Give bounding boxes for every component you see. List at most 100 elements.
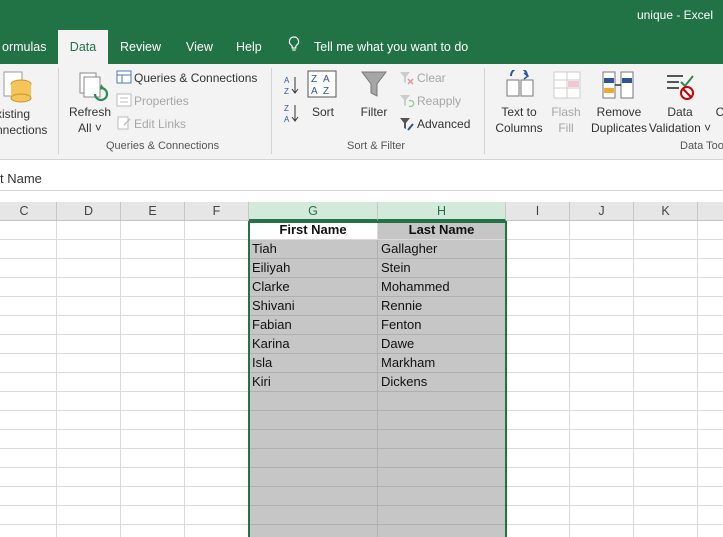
table-cell[interactable]: Mohammed [378,278,506,297]
filter-button[interactable]: Filter [354,104,394,120]
column-header-i[interactable]: I [506,202,570,221]
empty-cell[interactable] [57,221,121,240]
empty-cell[interactable] [506,335,570,354]
empty-cell[interactable] [570,487,634,506]
empty-cell[interactable] [0,297,57,316]
empty-cell[interactable] [698,468,723,487]
tab-review[interactable]: Review [110,30,171,64]
empty-cell[interactable] [185,468,249,487]
empty-cell[interactable] [570,278,634,297]
empty-selected-cell[interactable] [378,430,506,449]
empty-cell[interactable] [0,430,57,449]
empty-selected-cell[interactable] [378,392,506,411]
empty-cell[interactable] [506,449,570,468]
empty-cell[interactable] [570,430,634,449]
empty-cell[interactable] [121,335,185,354]
empty-cell[interactable] [698,411,723,430]
empty-cell[interactable] [0,411,57,430]
table-cell[interactable]: Karina [249,335,378,354]
empty-cell[interactable] [0,392,57,411]
empty-cell[interactable] [121,259,185,278]
empty-cell[interactable] [698,354,723,373]
empty-cell[interactable] [121,221,185,240]
empty-selected-cell[interactable] [249,525,378,537]
empty-cell[interactable] [57,278,121,297]
existing-connections-button[interactable]: xisting nnections [0,106,50,138]
empty-cell[interactable] [57,411,121,430]
empty-cell[interactable] [57,259,121,278]
empty-cell[interactable] [0,354,57,373]
table-cell[interactable]: Rennie [378,297,506,316]
properties-button[interactable]: Properties [134,93,189,109]
empty-cell[interactable] [506,468,570,487]
column-header-d[interactable]: D [57,202,121,221]
empty-cell[interactable] [634,449,698,468]
empty-cell[interactable] [0,449,57,468]
empty-cell[interactable] [121,297,185,316]
flash-fill-button[interactable]: Flash Fill [546,104,586,136]
table-header-cell[interactable]: First Name [249,221,378,240]
empty-cell[interactable] [570,525,634,537]
empty-cell[interactable] [57,354,121,373]
tell-me-box[interactable]: Tell me what you want to do [288,30,468,64]
edit-links-button[interactable]: Edit Links [134,116,186,132]
empty-cell[interactable] [121,316,185,335]
tab-data[interactable]: Data [58,30,108,64]
worksheet-grid[interactable]: C D E F G H I J K First Name Last Name Tia… [0,202,723,537]
empty-cell[interactable] [698,487,723,506]
empty-selected-cell[interactable] [378,487,506,506]
empty-cell[interactable] [698,525,723,537]
empty-cell[interactable] [634,316,698,335]
table-cell[interactable]: Markham [378,354,506,373]
empty-cell[interactable] [0,487,57,506]
table-cell[interactable]: Eiliyah [249,259,378,278]
empty-cell[interactable] [0,506,57,525]
column-header-next[interactable] [698,202,723,221]
empty-selected-cell[interactable] [378,449,506,468]
table-header-cell[interactable]: Last Name [378,221,506,240]
table-cell[interactable]: Kiri [249,373,378,392]
empty-cell[interactable] [506,487,570,506]
column-header-f[interactable]: F [185,202,249,221]
empty-cell[interactable] [121,373,185,392]
empty-cell[interactable] [0,278,57,297]
data-validation-button[interactable]: Data Validation ˅ [648,104,712,136]
empty-cell[interactable] [506,354,570,373]
empty-cell[interactable] [185,430,249,449]
empty-cell[interactable] [506,506,570,525]
column-header-j[interactable]: J [570,202,634,221]
empty-cell[interactable] [121,240,185,259]
empty-cell[interactable] [634,392,698,411]
empty-cell[interactable] [506,430,570,449]
empty-cell[interactable] [634,354,698,373]
empty-cell[interactable] [634,240,698,259]
empty-cell[interactable] [185,354,249,373]
empty-cell[interactable] [0,316,57,335]
empty-cell[interactable] [634,278,698,297]
empty-cell[interactable] [185,259,249,278]
empty-cell[interactable] [57,525,121,537]
empty-cell[interactable] [506,221,570,240]
empty-cell[interactable] [634,487,698,506]
empty-cell[interactable] [185,506,249,525]
empty-cell[interactable] [634,411,698,430]
table-cell[interactable]: Dickens [378,373,506,392]
reapply-button[interactable]: Reapply [417,93,461,109]
empty-cell[interactable] [57,240,121,259]
sort-za-icon[interactable]: ZA [283,102,299,127]
empty-cell[interactable] [698,221,723,240]
consolidate-button[interactable]: C [713,104,723,120]
empty-cell[interactable] [0,240,57,259]
empty-cell[interactable] [506,392,570,411]
column-header-g[interactable]: G [249,202,378,221]
empty-cell[interactable] [185,335,249,354]
empty-cell[interactable] [185,297,249,316]
empty-cell[interactable] [570,354,634,373]
empty-cell[interactable] [506,278,570,297]
empty-cell[interactable] [634,297,698,316]
column-header-c[interactable]: C [0,202,57,221]
empty-cell[interactable] [185,316,249,335]
formula-bar[interactable]: t Name [0,167,723,191]
empty-selected-cell[interactable] [378,525,506,537]
empty-cell[interactable] [698,297,723,316]
